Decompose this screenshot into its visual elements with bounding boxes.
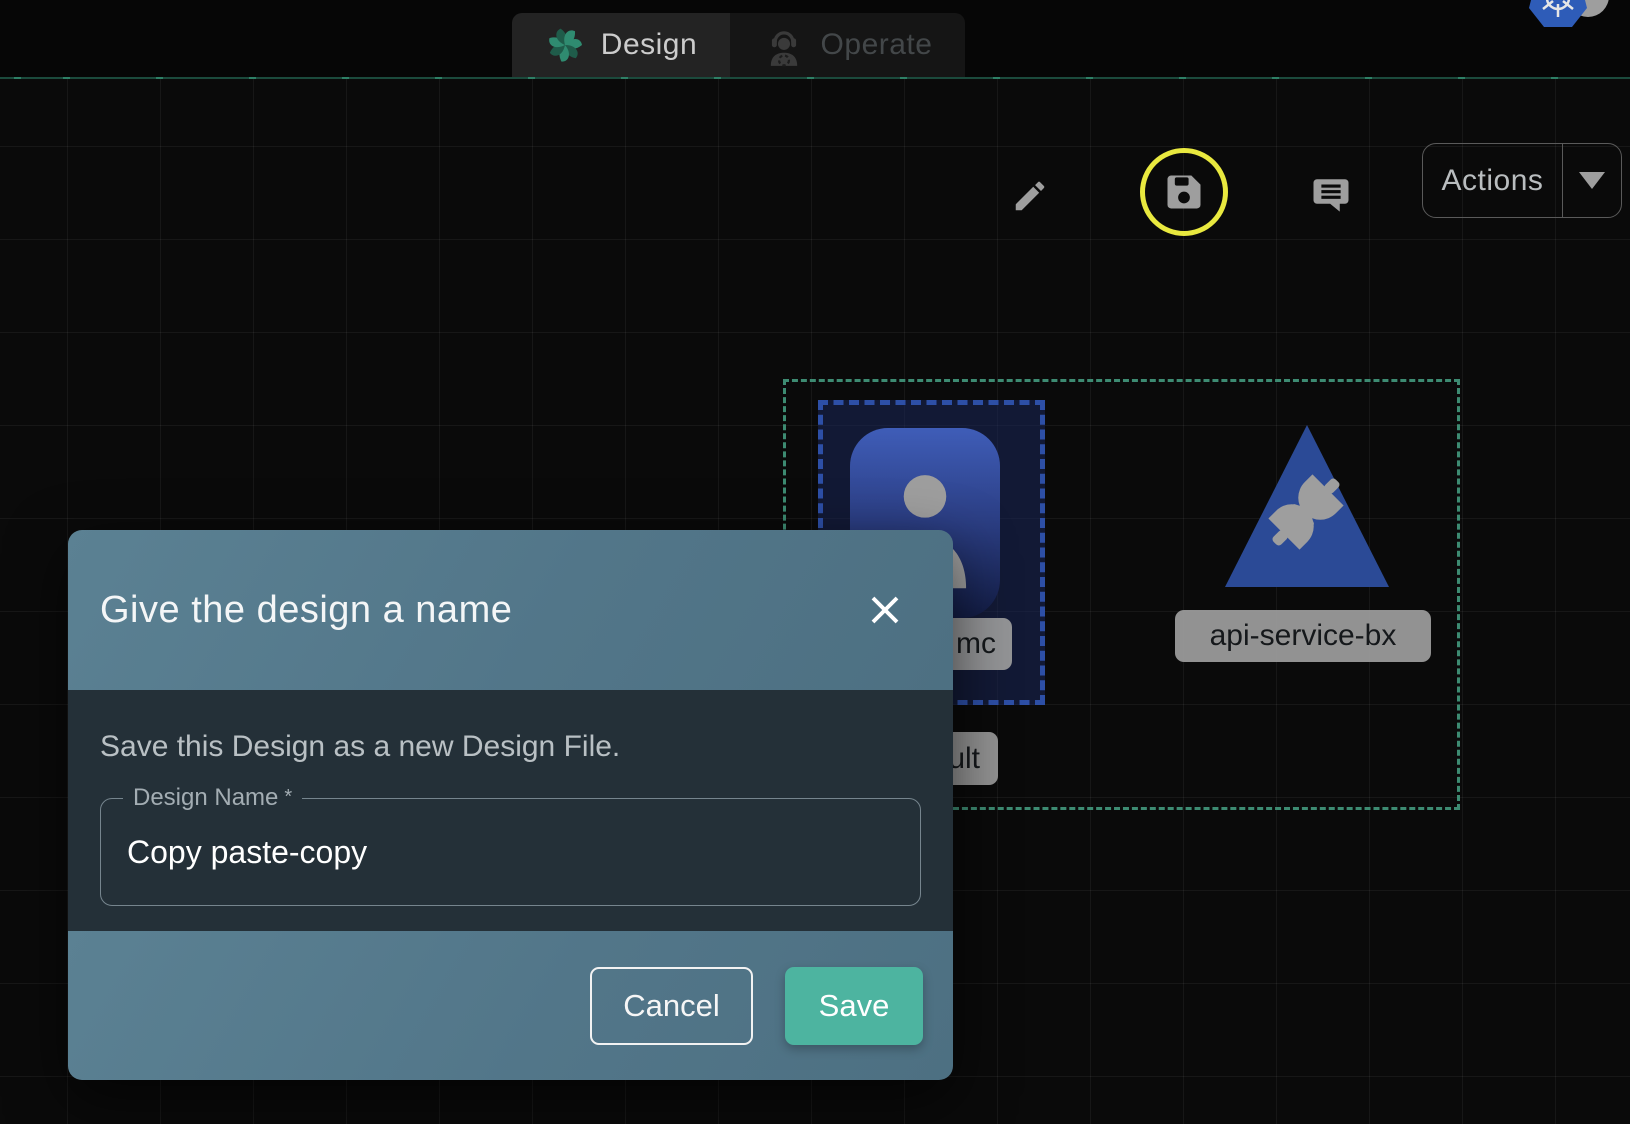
kubernetes-context-badge[interactable] (1524, 0, 1610, 42)
edit-design-button[interactable] (1006, 172, 1054, 220)
comments-button[interactable] (1308, 172, 1354, 218)
dialog-description: Save this Design as a new Design File. (100, 730, 921, 764)
tab-operate-label: Operate (821, 28, 933, 62)
tab-design[interactable]: Design (512, 13, 730, 77)
modal-save-button[interactable]: Save (785, 967, 923, 1045)
design-name-label: Design Name * (123, 784, 302, 812)
dialog-close-button[interactable] (861, 586, 909, 634)
save-design-button[interactable] (1140, 148, 1228, 236)
top-navigation-bar: Design Operate (0, 0, 1630, 77)
dialog-footer: Cancel Save (68, 931, 953, 1080)
comment-bubble-icon (1310, 174, 1352, 216)
node-label: api-service-bx (1175, 610, 1431, 662)
caret-down-icon (1579, 172, 1605, 189)
actions-button-label[interactable]: Actions (1423, 144, 1562, 217)
dialog-header: Give the design a name (68, 530, 953, 690)
pencil-icon (1011, 177, 1049, 215)
save-design-dialog: Give the design a name Save this Design … (68, 530, 953, 1080)
disconnected-plug-icon (1262, 468, 1350, 556)
tab-design-label: Design (601, 28, 697, 62)
meshery-app: mc ult api-service-bx (0, 0, 1630, 1124)
design-name-input[interactable] (101, 799, 920, 905)
mode-tabs: Design Operate (512, 13, 965, 77)
tab-operate[interactable]: Operate (730, 13, 965, 77)
actions-dropdown-toggle[interactable] (1563, 144, 1621, 217)
dialog-body: Save this Design as a new Design File. D… (68, 690, 953, 931)
meshery-spiral-icon (545, 25, 585, 65)
cancel-button[interactable]: Cancel (590, 967, 753, 1045)
required-marker: * (284, 786, 292, 809)
floppy-disk-icon (1162, 170, 1206, 214)
close-x-icon (867, 592, 903, 628)
actions-split-button[interactable]: Actions (1422, 143, 1622, 218)
operator-headset-icon (763, 23, 805, 67)
design-name-field: Design Name * (100, 798, 921, 906)
canvas-top-separator (0, 77, 1630, 79)
design-name-label-text: Design Name (133, 784, 278, 812)
dialog-title: Give the design a name (100, 589, 512, 632)
